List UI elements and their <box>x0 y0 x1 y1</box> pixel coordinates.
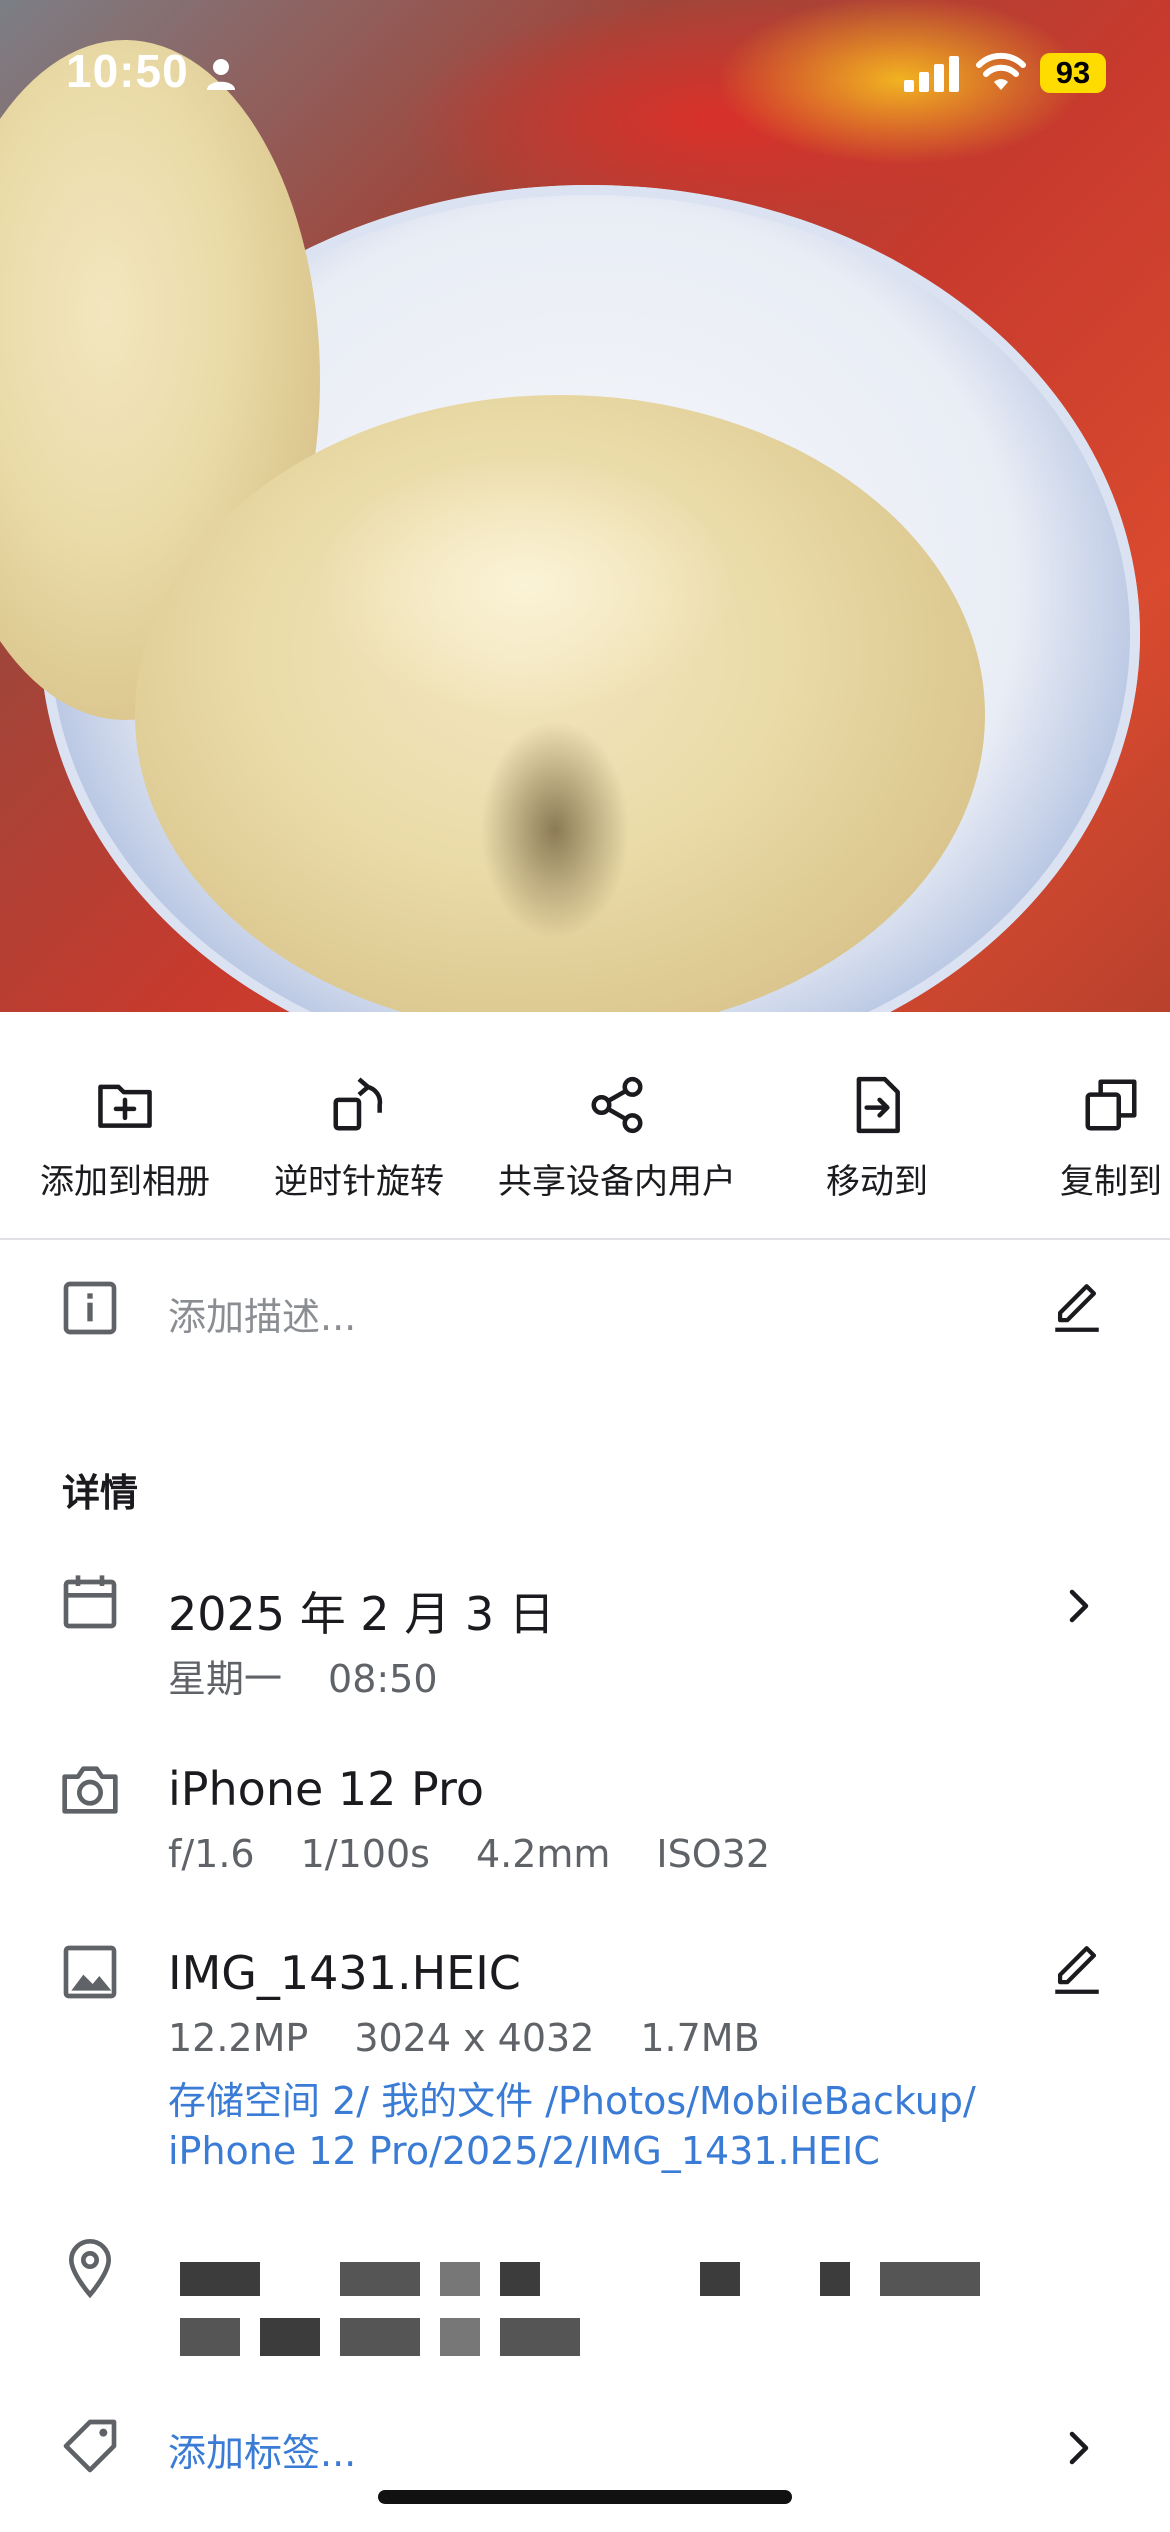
info-icon <box>63 1281 117 1335</box>
battery-indicator: 93 <box>1040 53 1106 93</box>
action-bar: 添加到相册 逆时针旋转 共享设备内用户 移动到 复制到 <box>0 1012 1170 1240</box>
copy-to-label: 复制到 <box>1060 1162 1162 1202</box>
cellular-signal-icon <box>904 56 959 92</box>
copy-icon <box>1085 1079 1137 1131</box>
tag-icon <box>63 2419 117 2473</box>
divider <box>0 1238 1170 1240</box>
details-title: 详情 <box>62 1471 139 1515</box>
wifi-icon <box>976 52 1026 90</box>
chevron-right-icon[interactable] <box>1062 1584 1098 1628</box>
date-time: 08:50 <box>328 1657 438 1701</box>
rotate-ccw-button[interactable]: 逆时针旋转 <box>274 1074 444 1203</box>
camera-exif: f/1.6 1/100s 4.2mm ISO32 <box>168 1832 816 1876</box>
move-file-icon <box>856 1076 900 1134</box>
copy-to-button[interactable]: 复制到 <box>1060 1074 1162 1203</box>
add-tag-link[interactable]: 添加标签... <box>168 2422 356 2477</box>
photo-preview[interactable]: 10:50 93 <box>0 0 1170 1012</box>
camera-icon <box>62 1766 118 1814</box>
folder-plus-icon <box>98 1084 152 1128</box>
rotate-ccw-label: 逆时针旋转 <box>274 1162 444 1202</box>
calendar-icon <box>63 1575 117 1629</box>
exif-focal: 4.2mm <box>475 1832 611 1876</box>
chevron-right-tags-icon[interactable] <box>1062 2426 1098 2470</box>
exif-aperture: f/1.6 <box>168 1832 255 1876</box>
rotate-ccw-icon <box>333 1077 383 1131</box>
share-icon <box>591 1076 643 1134</box>
date-secondary: 星期一 08:50 <box>168 1648 484 1703</box>
add-to-album-label: 添加到相册 <box>40 1162 210 1202</box>
move-to-label: 移动到 <box>826 1162 928 1202</box>
status-time: 10:50 <box>66 45 189 97</box>
camera-model: iPhone 12 Pro <box>168 1762 485 1816</box>
image-icon <box>63 1945 117 1999</box>
file-megapixels: 12.2MP <box>168 2016 309 2060</box>
move-to-button[interactable]: 移动到 <box>826 1074 928 1203</box>
add-to-album-button[interactable]: 添加到相册 <box>40 1074 210 1203</box>
status-bar: 10:50 93 <box>0 0 1170 150</box>
file-dimensions: 3024 x 4032 <box>354 2016 595 2060</box>
share-with-users-label: 共享设备内用户 <box>498 1162 736 1202</box>
location-pin-icon <box>68 2239 112 2299</box>
exif-iso: ISO32 <box>656 1832 770 1876</box>
date-primary[interactable]: 2025 年 2 月 3 日 <box>168 1578 555 1644</box>
exif-shutter: 1/100s <box>300 1832 430 1876</box>
file-name: IMG_1431.HEIC <box>168 1946 521 2000</box>
bun-shadow <box>480 720 630 940</box>
person-icon <box>207 59 235 90</box>
home-indicator[interactable] <box>378 2490 792 2504</box>
file-path-link[interactable]: 存储空间 2/ 我的文件 /Photos/MobileBackup/ iPhon… <box>168 2076 1048 2176</box>
bun-fold <box>315 455 735 715</box>
edit-description-icon[interactable] <box>1048 1279 1106 1337</box>
file-size: 1.7MB <box>640 2016 760 2060</box>
file-info: 12.2MP 3024 x 4032 1.7MB <box>168 2016 806 2060</box>
date-weekday: 星期一 <box>168 1657 283 1701</box>
edit-filename-icon[interactable] <box>1048 1941 1106 1999</box>
description-input[interactable]: 添加描述... <box>168 1286 356 1341</box>
share-with-users-button[interactable]: 共享设备内用户 <box>498 1074 736 1203</box>
